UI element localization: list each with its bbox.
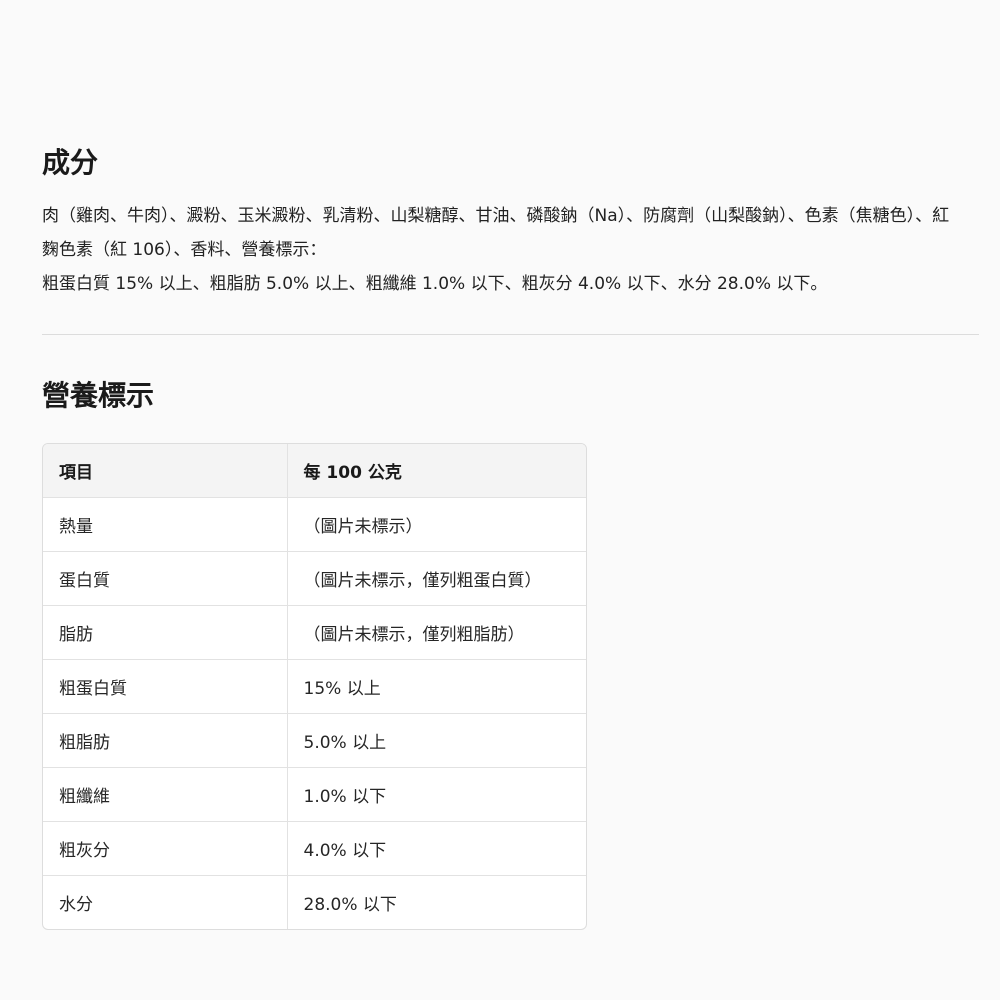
row-item: 粗脂肪 bbox=[43, 713, 288, 768]
ingredients-line: 粗蛋白質 15% 以上、粗脂肪 5.0% 以上、粗纖維 1.0% 以下、粗灰分 … bbox=[42, 274, 828, 294]
row-item: 脂肪 bbox=[43, 605, 288, 660]
row-value: （圖片未標示，僅列粗脂肪） bbox=[287, 605, 586, 660]
row-value: 15% 以上 bbox=[287, 659, 586, 714]
table-row: 粗蛋白質 15% 以上 bbox=[43, 659, 586, 714]
header-per-100g: 每 100 公克 bbox=[287, 444, 586, 498]
table-row: 粗纖維 1.0% 以下 bbox=[43, 767, 586, 822]
row-item: 粗纖維 bbox=[43, 767, 288, 822]
table-header-row: 項目 每 100 公克 bbox=[43, 444, 586, 498]
table-row: 粗灰分 4.0% 以下 bbox=[43, 821, 586, 876]
row-value: 1.0% 以下 bbox=[287, 767, 586, 822]
ingredients-heading: 成分 bbox=[42, 146, 99, 179]
table-row: 脂肪 （圖片未標示，僅列粗脂肪） bbox=[43, 605, 586, 660]
row-value: 5.0% 以上 bbox=[287, 713, 586, 768]
row-value: 28.0% 以下 bbox=[303, 895, 397, 915]
header-item: 項目 bbox=[43, 444, 288, 498]
row-item: 蛋白質 bbox=[43, 551, 288, 606]
table-row: 熱量 （圖片未標示） bbox=[43, 497, 586, 552]
row-value: 4.0% 以下 bbox=[287, 821, 586, 876]
row-value: （圖片未標示） bbox=[287, 497, 586, 552]
ingredients-text: 肉（雞肉、牛肉）、澱粉、玉米澱粉、乳清粉、山梨糖醇、甘油、磷酸鈉（Na）、防腐劑… bbox=[42, 199, 962, 301]
row-value: （圖片未標示，僅列粗蛋白質） bbox=[287, 551, 586, 606]
section-divider bbox=[42, 334, 979, 335]
nutrition-heading: 營養標示 bbox=[42, 379, 155, 412]
table-row: 蛋白質 （圖片未標示，僅列粗蛋白質） bbox=[43, 551, 586, 606]
nutrition-table: 項目 每 100 公克 熱量 （圖片未標示） 蛋白質 （圖片未標示，僅列粗蛋白質… bbox=[42, 443, 587, 930]
row-item: 熱量 bbox=[43, 497, 288, 552]
table-row: 粗脂肪 5.0% 以上 bbox=[43, 713, 586, 768]
row-item: 水分 bbox=[43, 875, 288, 929]
row-item: 粗蛋白質 bbox=[43, 659, 288, 714]
ingredients-line: 肉（雞肉、牛肉）、澱粉、玉米澱粉、乳清粉、山梨糖醇、甘油、磷酸鈉（Na）、防腐劑… bbox=[42, 206, 950, 260]
table-row: 水分 28.0% 以下 bbox=[43, 875, 586, 929]
row-item: 粗灰分 bbox=[43, 821, 288, 876]
